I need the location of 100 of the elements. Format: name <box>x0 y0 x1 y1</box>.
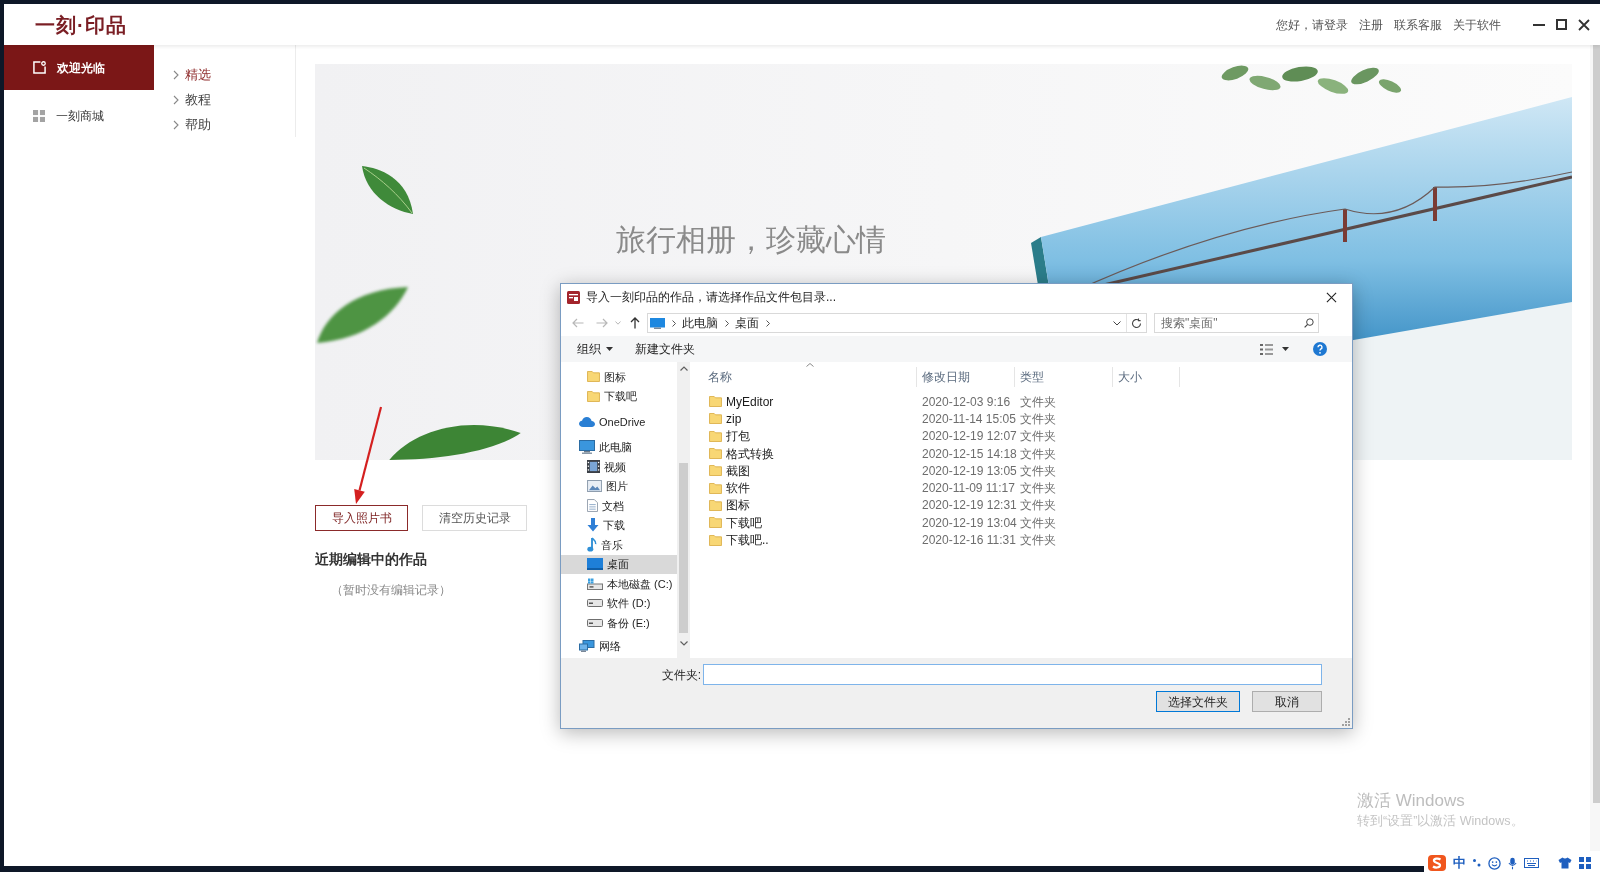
maximize-icon[interactable] <box>1556 19 1567 30</box>
nav-item[interactable]: 图标 <box>561 367 677 387</box>
scroll-up-icon[interactable] <box>679 366 688 371</box>
address-bar[interactable]: 此电脑 桌面 <box>647 313 1147 333</box>
caret-down-icon[interactable] <box>1113 320 1121 326</box>
subnav-item[interactable]: 教程 <box>154 87 295 112</box>
caret-down-icon[interactable] <box>1282 347 1289 351</box>
table-cell: 文件夹 <box>1020 481 1056 496</box>
table-cell: 文件夹 <box>1020 533 1056 548</box>
chevron-right-icon <box>173 94 179 105</box>
scrollbar-thumb[interactable] <box>1593 45 1600 803</box>
picture-icon <box>587 480 602 493</box>
breadcrumb-item[interactable]: 桌面 <box>735 314 759 332</box>
input-field[interactable] <box>703 664 1322 685</box>
breadcrumb-item[interactable]: 此电脑 <box>682 314 718 332</box>
column-header[interactable]: 大小 <box>1113 367 1180 387</box>
search-field[interactable]: 搜索"桌面" <box>1154 313 1319 333</box>
search-icon[interactable] <box>1304 318 1314 328</box>
nav-item[interactable]: 网络 <box>561 636 677 656</box>
folder-icon <box>709 465 722 477</box>
folder-item[interactable]: 下载吧 <box>709 513 762 532</box>
nav-item[interactable]: 本地磁盘 (C:) <box>561 574 677 594</box>
keyboard-icon[interactable] <box>1524 858 1539 868</box>
table-cell: 文件夹 <box>1020 498 1056 513</box>
list-view-icon[interactable] <box>1260 343 1273 355</box>
help-icon[interactable] <box>1313 342 1327 356</box>
nav-item[interactable]: 下载吧 <box>561 386 677 406</box>
banner-headline: 旅行相册，珍藏心情 <box>616 222 886 258</box>
nav-item[interactable]: 音乐 <box>561 535 677 555</box>
folder-item[interactable]: zip <box>709 409 742 428</box>
folder-item[interactable]: 格式转换 <box>709 444 774 463</box>
folder-icon <box>587 390 600 402</box>
table-cell: 文件夹 <box>1020 394 1056 409</box>
action-button[interactable]: 导入照片书 <box>315 505 408 531</box>
folder-item[interactable]: 图标 <box>709 496 750 515</box>
table-cell: 2020-12-19 13:04 <box>922 515 1017 530</box>
folder-item[interactable]: 下载吧.. <box>709 531 769 550</box>
microphone-icon[interactable] <box>1508 856 1517 870</box>
table-cell: 2020-11-14 15:05 <box>922 411 1016 426</box>
folder-item[interactable]: 截图 <box>709 461 750 480</box>
minimize-icon[interactable] <box>1533 23 1545 26</box>
column-header[interactable]: 修改日期 <box>917 367 1015 387</box>
smiley-icon[interactable] <box>1488 856 1501 870</box>
table-cell: 2020-12-19 12:07 <box>922 429 1017 444</box>
shirt-icon[interactable] <box>1558 857 1572 869</box>
monitor-icon <box>579 440 595 455</box>
header-link[interactable]: 注册 <box>1359 16 1383 33</box>
header-link[interactable]: 您好，请登录 <box>1276 16 1348 33</box>
nav-item[interactable]: 此电脑 <box>561 437 677 457</box>
nav-item[interactable]: 软件 (D:) <box>561 593 677 613</box>
sidebar-item[interactable]: 欢迎光临 <box>4 45 154 90</box>
nav-item[interactable]: OneDrive <box>561 412 677 432</box>
subnav-item[interactable]: 精选 <box>154 62 295 87</box>
table-cell: 2020-12-03 9:16 <box>922 394 1011 409</box>
grid-icon <box>33 109 45 122</box>
action-button[interactable]: 清空历史记录 <box>422 505 527 531</box>
chevron-right-icon <box>766 319 770 327</box>
organize-menu-button[interactable]: 组织 <box>577 340 613 358</box>
scroll-down-icon[interactable] <box>679 641 688 646</box>
folder-icon <box>709 482 722 494</box>
close-icon[interactable] <box>1326 291 1337 303</box>
punctuation-icon[interactable] <box>1473 859 1481 867</box>
download-arrow-icon <box>587 518 599 533</box>
input-mode-label[interactable]: 中 <box>1453 855 1466 871</box>
table-cell: 文件夹 <box>1020 463 1056 478</box>
column-header[interactable]: 名称 <box>690 367 917 387</box>
nav-item[interactable]: 视频 <box>561 457 677 477</box>
monitor-icon <box>650 317 665 329</box>
subnav-item[interactable]: 帮助 <box>154 112 295 137</box>
scrollbar-thumb[interactable] <box>679 463 688 633</box>
grid-icon[interactable] <box>1579 857 1591 869</box>
new-folder-button[interactable]: 新建文件夹 <box>635 340 695 358</box>
table-cell: 文件夹 <box>1020 446 1056 461</box>
nav-item[interactable]: 备份 (E:) <box>561 613 677 633</box>
folder-icon <box>709 430 722 442</box>
dialog-title: 导入一刻印品的作品，请选择作品文件包目录... <box>586 289 836 306</box>
up-arrow-icon[interactable] <box>630 317 640 329</box>
document-icon <box>587 499 598 513</box>
header-link[interactable]: 联系客服 <box>1394 16 1442 33</box>
dialog-button[interactable]: 选择文件夹 <box>1156 691 1240 712</box>
field-label: 文件夹: <box>661 666 701 684</box>
nav-item[interactable]: 文档 <box>561 496 677 516</box>
column-header[interactable]: 类型 <box>1015 367 1113 387</box>
chevron-right-icon <box>725 319 729 327</box>
ime-logo-icon[interactable] <box>1428 855 1446 871</box>
header-link[interactable]: 关于软件 <box>1453 16 1501 33</box>
folder-item[interactable]: 软件 <box>709 479 750 498</box>
refresh-icon[interactable] <box>1131 317 1142 329</box>
close-icon[interactable] <box>1578 18 1590 31</box>
resize-grip-icon <box>1342 718 1350 726</box>
folder-item[interactable]: MyEditor <box>709 392 774 411</box>
dialog-button[interactable]: 取消 <box>1252 691 1322 712</box>
nav-item[interactable]: 下载 <box>561 515 677 535</box>
drive-icon <box>587 577 603 590</box>
cloud-icon <box>579 416 595 427</box>
table-cell: 文件夹 <box>1020 515 1056 530</box>
table-cell: 2020-12-19 13:05 <box>922 463 1017 478</box>
nav-item[interactable]: 桌面 <box>561 554 677 574</box>
folder-item[interactable]: 打包 <box>709 427 750 446</box>
nav-item[interactable]: 图片 <box>561 476 677 496</box>
